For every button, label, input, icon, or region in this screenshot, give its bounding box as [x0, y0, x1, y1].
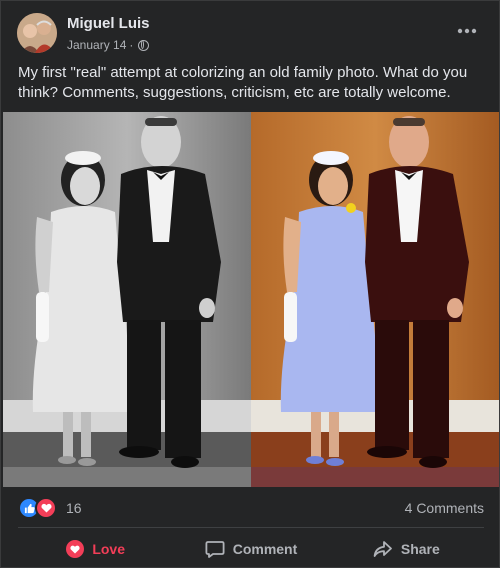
author-name[interactable]: Miguel Luis	[67, 15, 150, 32]
post-meta: January 14 ·	[67, 38, 150, 52]
photo-original-bw	[3, 112, 251, 487]
more-horizontal-icon	[457, 28, 477, 34]
post-header: Miguel Luis January 14 ·	[17, 13, 485, 57]
photo-colorized	[251, 112, 499, 487]
meta-separator: ·	[129, 38, 134, 52]
reaction-count[interactable]: 16	[66, 500, 82, 516]
heart-icon	[66, 540, 85, 558]
share-button-label: Share	[400, 541, 440, 557]
post-text: My first "real" attempt at colorizing an…	[18, 64, 468, 101]
comment-button-label: Comment	[232, 541, 298, 557]
more-options-button[interactable]	[453, 21, 481, 41]
love-icon	[35, 497, 57, 519]
comment-bubble-icon	[205, 540, 225, 558]
love-button[interactable]: Love	[18, 533, 173, 565]
globe-icon	[138, 39, 150, 51]
share-button[interactable]: Share	[329, 533, 484, 565]
comment-count[interactable]: 4 Comments	[405, 500, 484, 516]
love-button-label: Love	[92, 541, 125, 557]
post-stats: 16 4 Comments	[18, 495, 484, 519]
reaction-icons[interactable]	[18, 497, 57, 519]
post-card: Miguel Luis January 14 · My first "real"…	[0, 0, 500, 568]
comment-button[interactable]: Comment	[173, 533, 328, 565]
post-date[interactable]: January 14	[67, 38, 126, 52]
post-photo[interactable]	[3, 112, 499, 487]
post-actions: Love Comment Share	[18, 533, 484, 565]
share-arrow-icon	[373, 540, 393, 558]
actions-divider	[18, 527, 484, 528]
author-avatar[interactable]	[17, 13, 57, 53]
